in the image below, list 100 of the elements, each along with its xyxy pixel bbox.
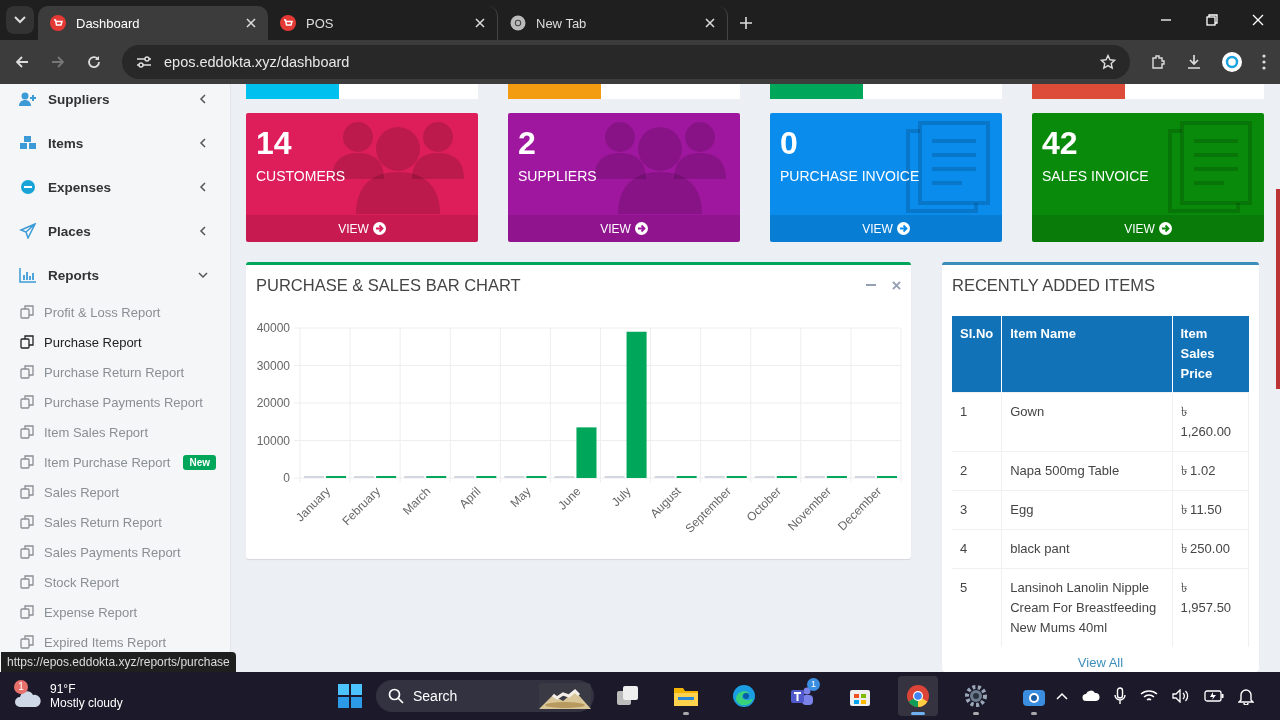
copy-icon: [20, 605, 34, 619]
microphone-icon[interactable]: [1114, 687, 1126, 705]
view-link[interactable]: VIEW: [1032, 215, 1264, 242]
chevron-up-icon[interactable]: [1056, 692, 1068, 700]
search-icon: [388, 688, 404, 704]
column-header: Item Name: [1001, 316, 1172, 393]
table-cell: 1: [952, 392, 1002, 452]
copy-icon: [20, 365, 34, 379]
battery-icon[interactable]: [1204, 690, 1224, 702]
table-cell: ৳ 1,260.00: [1172, 392, 1249, 452]
y-tick-label: 10000: [256, 433, 290, 448]
teams-icon: [790, 685, 814, 707]
copy-icon: [20, 485, 34, 499]
minus-circle-icon: [18, 179, 38, 195]
chrome-icon: [906, 684, 930, 708]
scrollbar-thumb[interactable]: [1276, 189, 1280, 389]
view-link[interactable]: VIEW: [246, 215, 478, 242]
paper-plane-icon: [18, 223, 38, 239]
reload-icon[interactable]: [86, 54, 102, 70]
wifi-icon[interactable]: [1140, 689, 1158, 703]
report-link[interactable]: Sales Return Report: [0, 507, 230, 537]
menu-icon[interactable]: [1262, 54, 1266, 70]
x-tick-label: May: [507, 484, 534, 511]
copy-icon: [20, 455, 34, 469]
stat-value: 0: [780, 125, 799, 162]
report-link[interactable]: Profit & Loss Report: [0, 297, 230, 327]
stat-value: 2: [518, 125, 537, 162]
stat-value: 14: [256, 125, 293, 162]
column-header: Item Sales Price: [1172, 316, 1249, 393]
folder-icon: [673, 685, 699, 707]
cloud-icon[interactable]: [1082, 690, 1100, 702]
column-header: Sl.No: [952, 316, 1002, 393]
y-tick-label: 20000: [256, 396, 290, 410]
browser-tab[interactable]: Dashboard: [38, 6, 268, 40]
copy-icon: [20, 575, 34, 589]
sidebar-item[interactable]: Places: [0, 209, 230, 253]
taskbar-app[interactable]: 1: [782, 676, 822, 716]
arrow-circle-icon: [896, 222, 910, 235]
stat-label: CUSTOMERS: [256, 168, 346, 184]
arrow-circle-icon: [1158, 222, 1172, 235]
copy-icon: [20, 545, 34, 559]
user-plus-icon: [18, 92, 38, 106]
table-cell: ৳ 250.00: [1172, 529, 1249, 569]
report-link[interactable]: Item Sales Report: [0, 417, 230, 447]
table-cell: ৳ 1,957.50: [1172, 568, 1249, 647]
notification-badge: 1: [807, 678, 820, 691]
sidebar-item[interactable]: Reports: [0, 253, 230, 297]
table-cell: Gown: [1001, 392, 1172, 452]
notification-bell-icon[interactable]: [1238, 687, 1254, 705]
bookmark-star-icon[interactable]: [1100, 54, 1116, 70]
temperature: 91°F: [50, 682, 77, 696]
report-link[interactable]: Sales Payments Report: [0, 537, 230, 567]
y-tick-label: 30000: [256, 358, 290, 373]
stat-value: 42: [1042, 125, 1079, 162]
windows-start-icon[interactable]: [338, 684, 362, 708]
copy-icon: [20, 305, 34, 319]
view-link[interactable]: VIEW: [508, 215, 740, 242]
view-link[interactable]: VIEW: [770, 215, 1002, 242]
stat-label: SUPPLIERS: [518, 168, 597, 184]
sidebar-item[interactable]: Items: [0, 121, 230, 165]
arrow-circle-icon: [372, 222, 386, 235]
stat-label: SALES INVOICE: [1042, 168, 1149, 184]
report-link[interactable]: Sales Report: [0, 477, 230, 507]
arrow-circle-icon: [634, 222, 648, 235]
y-tick-label: 40000: [256, 321, 290, 335]
taskbar-app[interactable]: [898, 676, 938, 716]
download-icon[interactable]: [1186, 54, 1202, 70]
table-cell: black pant: [1001, 529, 1172, 569]
report-link[interactable]: Expense Report: [0, 597, 230, 627]
settings-icon: [964, 684, 988, 708]
sidebar-item[interactable]: Suppliers: [0, 84, 230, 121]
report-link[interactable]: Purchase Return Report: [0, 357, 230, 387]
new-tab-icon[interactable]: [740, 17, 752, 29]
site-settings-icon[interactable]: [136, 55, 152, 69]
sidebar-item[interactable]: Expenses: [0, 165, 230, 209]
chrome-icon: [510, 15, 526, 31]
weather-widget[interactable]: 1 91°F Mostly cloudy: [14, 676, 184, 716]
back-icon[interactable]: [14, 54, 30, 70]
cart-icon: [50, 15, 66, 31]
edge-icon: [732, 684, 756, 708]
extensions-icon[interactable]: [1150, 54, 1166, 70]
report-link[interactable]: Purchase Report: [0, 327, 230, 357]
volume-icon[interactable]: [1172, 689, 1190, 703]
profile-icon[interactable]: [1222, 52, 1242, 72]
restore-icon[interactable]: [1206, 14, 1218, 26]
new-badge: New: [183, 454, 216, 470]
forward-icon[interactable]: [50, 54, 66, 70]
view-all-link[interactable]: View All: [1077, 655, 1124, 670]
address-bar[interactable]: epos.eddokta.xyz/dashboard: [122, 45, 1130, 79]
stat-label: PURCHASE INVOICE: [780, 168, 920, 184]
tab-search-button[interactable]: [6, 6, 34, 34]
report-link[interactable]: Item Purchase Report New: [0, 447, 230, 477]
copy-icon: [20, 335, 34, 349]
report-link[interactable]: Stock Report: [0, 567, 230, 597]
report-link[interactable]: Purchase Payments Report: [0, 387, 230, 417]
table-cell: 2: [952, 451, 1002, 491]
task-view-icon: [616, 685, 640, 707]
bar-chart-icon: [18, 267, 38, 283]
table-cell: 4: [952, 529, 1002, 569]
table-cell: 3: [952, 490, 1002, 530]
